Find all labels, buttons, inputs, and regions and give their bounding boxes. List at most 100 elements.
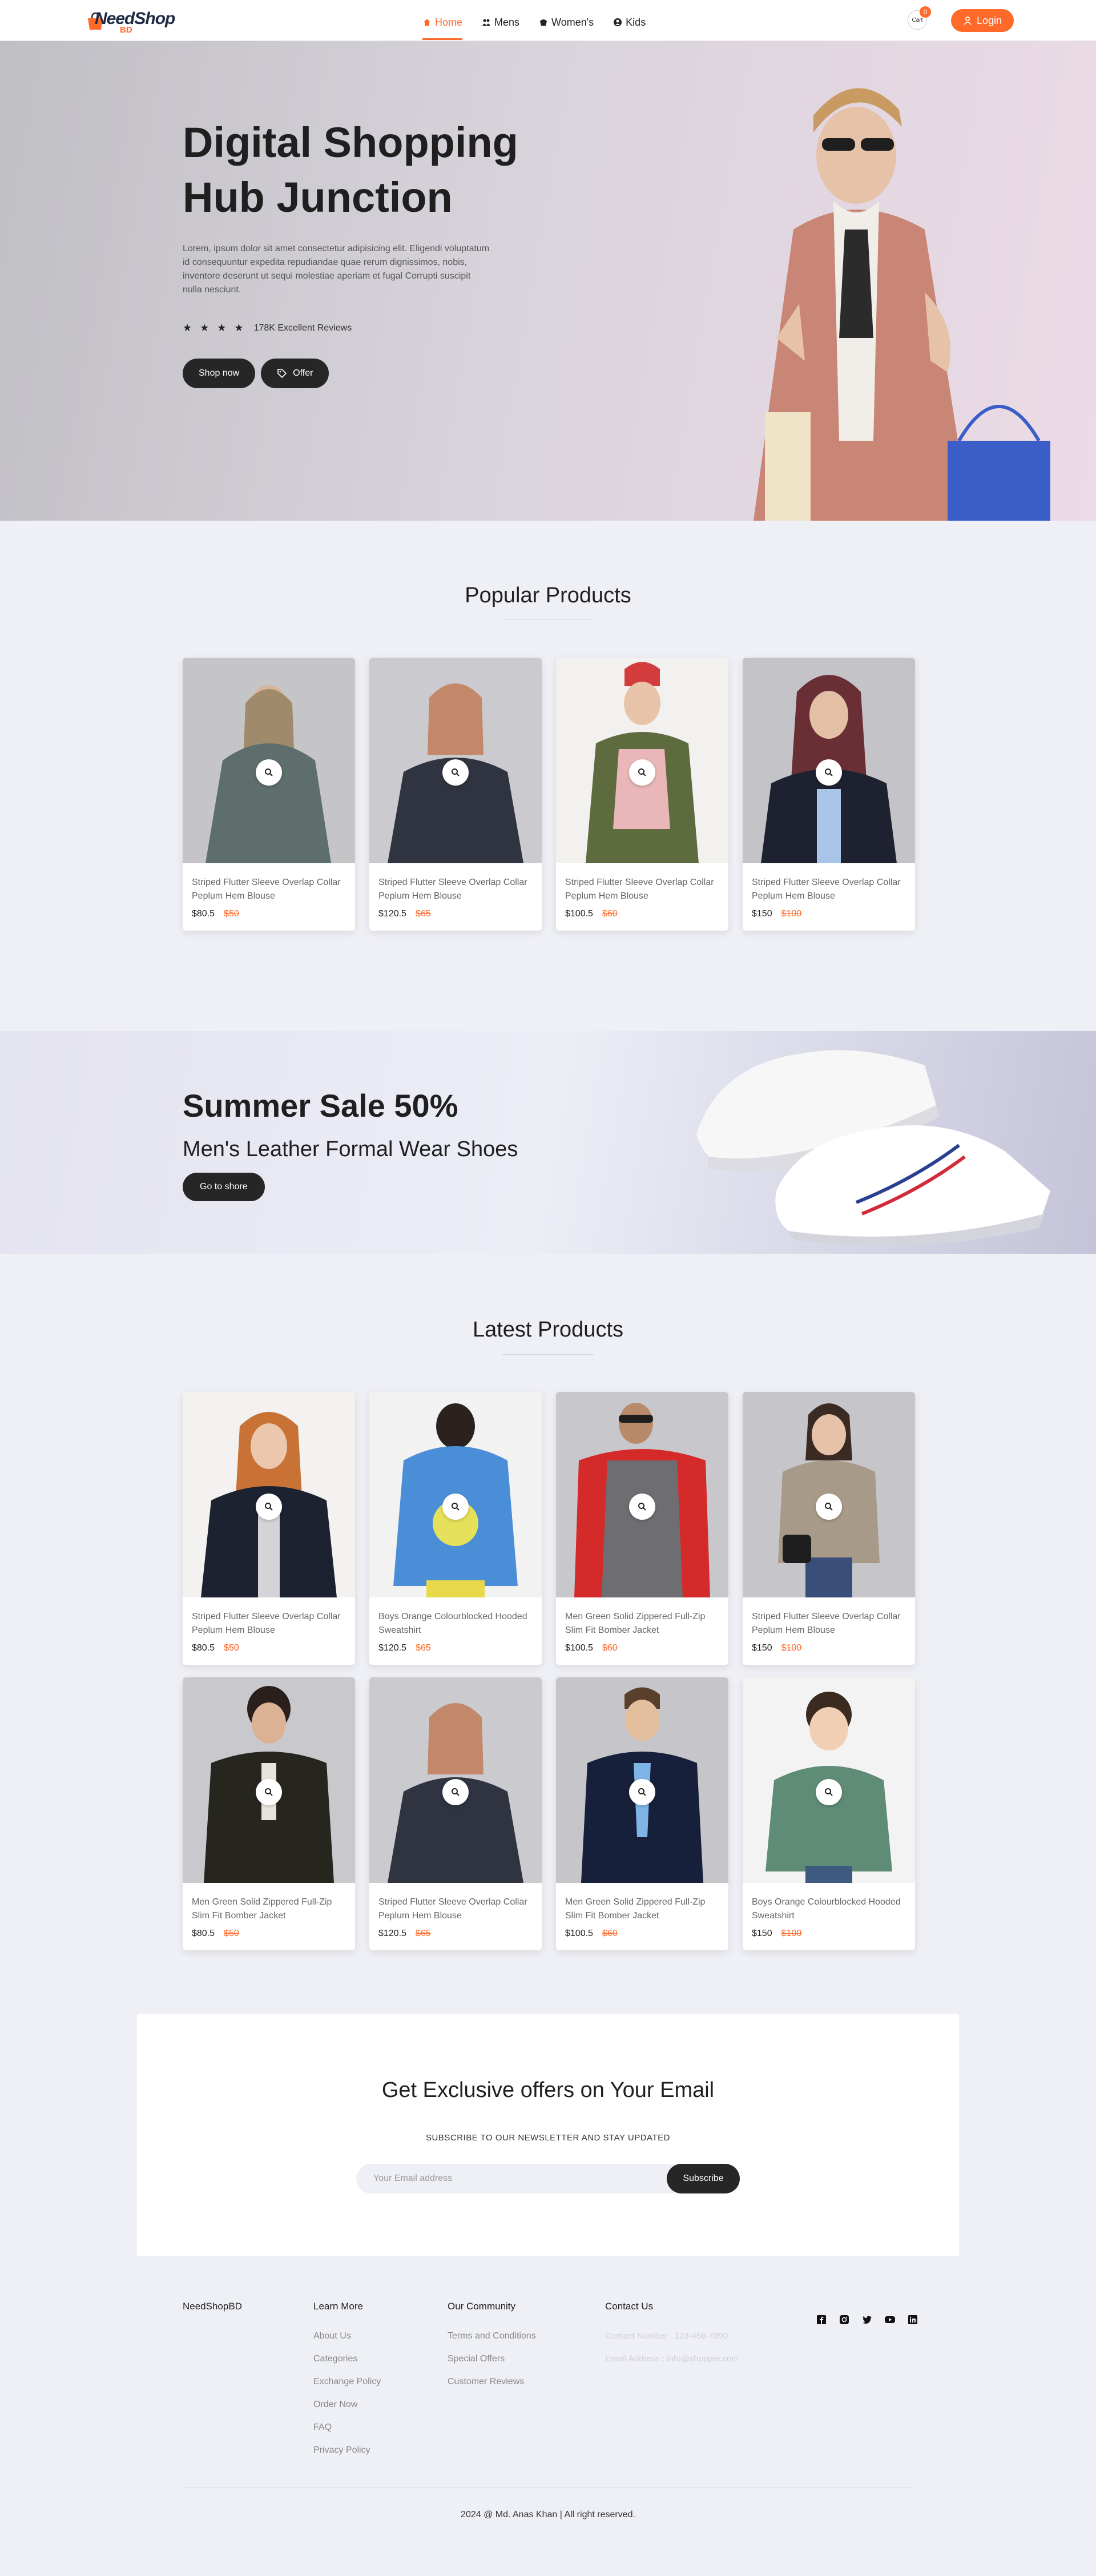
product-card[interactable]: Boys Orange Colourblocked Hooded Sweatsh… [369,1392,542,1665]
go-to-shop-label: Go to shore [200,1182,248,1192]
product-price: $100.5 [565,1929,593,1938]
search-icon [265,768,273,776]
nav-item-label: Kids [626,16,646,28]
zoom-button[interactable] [256,759,282,786]
mens-icon [482,19,491,26]
product-old-price: $50 [224,1643,239,1653]
footer-brand: NeedShopBD [183,2301,242,2312]
product-price: $80.5 [192,1643,215,1653]
hero-rating: ★ ★ ★ ★ 178K Excellent Reviews [183,322,352,334]
product-title: Striped Flutter Sleeve Overlap Collar Pe… [752,878,901,901]
sale-title: Summer Sale 50% [183,1088,458,1124]
zoom-button[interactable] [816,759,842,786]
footer-link-reviews[interactable]: Customer Reviews [448,2370,536,2393]
footer-link-terms[interactable]: Terms and Conditions [448,2325,536,2348]
twitter-icon[interactable] [861,2313,873,2326]
instagram-icon[interactable] [838,2313,851,2326]
sale-banner: Summer Sale 50% Men's Leather Formal Wea… [0,1031,1096,1254]
product-card[interactable]: Striped Flutter Sleeve Overlap Collar Pe… [556,658,728,931]
product-card[interactable]: Striped Flutter Sleeve Overlap Collar Pe… [369,658,542,931]
product-title: Boys Orange Colourblocked Hooded Sweatsh… [752,1897,901,1921]
product-old-price: $50 [224,1929,239,1938]
product-card[interactable]: Striped Flutter Sleeve Overlap Collar Pe… [743,658,915,931]
cart-label: Cart [912,17,923,23]
product-price-row: $120.5 $65 [378,1929,431,1939]
zoom-button[interactable] [629,759,655,786]
product-old-price: $65 [415,909,431,919]
product-title: Men Green Solid Zippered Full-Zip Slim F… [192,1897,332,1921]
nav-item-label: Home [435,16,463,28]
zoom-button[interactable] [629,1779,655,1805]
footer-link-about[interactable]: About Us [313,2325,381,2348]
kids-icon [614,18,622,26]
product-card[interactable]: Striped Flutter Sleeve Overlap Collar Pe… [743,1392,915,1665]
nav-item-label: Women's [551,16,594,28]
tag-icon [277,369,287,379]
product-old-price: $60 [602,1929,618,1938]
footer-link-exchange[interactable]: Exchange Policy [313,2370,381,2393]
footer-link-order[interactable]: Order Now [313,2393,381,2416]
product-old-price: $100 [781,1929,802,1938]
hero-section: Digital Shopping Hub Junction Lorem, ips… [0,41,1096,521]
product-price: $120.5 [378,1643,406,1653]
product-title: Men Green Solid Zippered Full-Zip Slim F… [565,1612,706,1635]
footer-link-categories[interactable]: Categories [313,2348,381,2370]
footer-link-faq[interactable]: FAQ [313,2416,381,2439]
footer-heading: Our Community [448,2301,516,2312]
product-card[interactable]: Men Green Solid Zippered Full-Zip Slim F… [556,1677,728,1950]
search-icon [638,768,646,776]
hero-actions: Shop now Offer [183,359,329,388]
footer-link-offers[interactable]: Special Offers [448,2348,536,2370]
offer-button[interactable]: Offer [261,359,329,388]
star-icon: ★ [234,322,244,333]
product-price-row: $150 $100 [752,909,801,919]
product-price-row: $150 $100 [752,1929,801,1939]
product-title: Striped Flutter Sleeve Overlap Collar Pe… [378,878,527,901]
offer-label: Offer [293,368,313,378]
product-card[interactable]: Boys Orange Colourblocked Hooded Sweatsh… [743,1677,915,1950]
product-old-price: $100 [781,1643,802,1653]
product-price-row: $100.5 $60 [565,1929,618,1939]
zoom-button[interactable] [629,1494,655,1520]
nav-item-womens[interactable]: Women's [539,13,594,32]
product-title: Men Green Solid Zippered Full-Zip Slim F… [565,1897,706,1921]
product-card[interactable]: Men Green Solid Zippered Full-Zip Slim F… [556,1392,728,1665]
search-icon [638,1788,646,1796]
email-input[interactable] [356,2164,664,2193]
footer-community: Our Community Terms and Conditions Speci… [448,2301,536,2393]
facebook-icon[interactable] [815,2313,828,2326]
nav-item-kids[interactable]: Kids [613,13,646,32]
subscribe-button[interactable]: Subscribe [667,2164,740,2193]
brand-logo[interactable]: NeedShop BD [86,8,175,35]
product-title: Striped Flutter Sleeve Overlap Collar Pe… [378,1897,527,1921]
latest-products-title: Latest Products [472,1318,624,1342]
search-icon [452,1788,460,1796]
product-card[interactable]: Striped Flutter Sleeve Overlap Collar Pe… [183,658,355,931]
footer-link-privacy[interactable]: Privacy Policy [313,2439,381,2462]
product-card[interactable]: Striped Flutter Sleeve Overlap Collar Pe… [369,1677,542,1950]
shop-now-button[interactable]: Shop now [183,359,256,388]
zoom-button[interactable] [816,1494,842,1520]
product-card[interactable]: Men Green Solid Zippered Full-Zip Slim F… [183,1677,355,1950]
product-price-row: $80.5 $50 [192,909,239,919]
newsletter-form: Subscribe [356,2164,740,2193]
zoom-button[interactable] [816,1779,842,1805]
nav-item-home[interactable]: Home [422,13,463,40]
product-price: $150 [752,1643,772,1653]
shop-now-label: Shop now [199,368,240,378]
product-price: $80.5 [192,1929,215,1938]
login-button[interactable]: Login [951,9,1014,32]
nav-item-mens[interactable]: Mens [482,13,519,32]
youtube-icon[interactable] [884,2313,896,2326]
product-card[interactable]: Striped Flutter Sleeve Overlap Collar Pe… [183,1392,355,1665]
zoom-button[interactable] [256,1779,282,1805]
cart-button[interactable]: Cart 0 [908,6,931,30]
home-icon [424,19,430,26]
zoom-button[interactable] [442,1779,469,1805]
star-icon: ★ [183,322,192,333]
zoom-button[interactable] [442,1494,469,1520]
zoom-button[interactable] [442,759,469,786]
linkedin-icon[interactable] [906,2313,919,2326]
go-to-shop-button[interactable]: Go to shore [183,1173,265,1201]
zoom-button[interactable] [256,1494,282,1520]
